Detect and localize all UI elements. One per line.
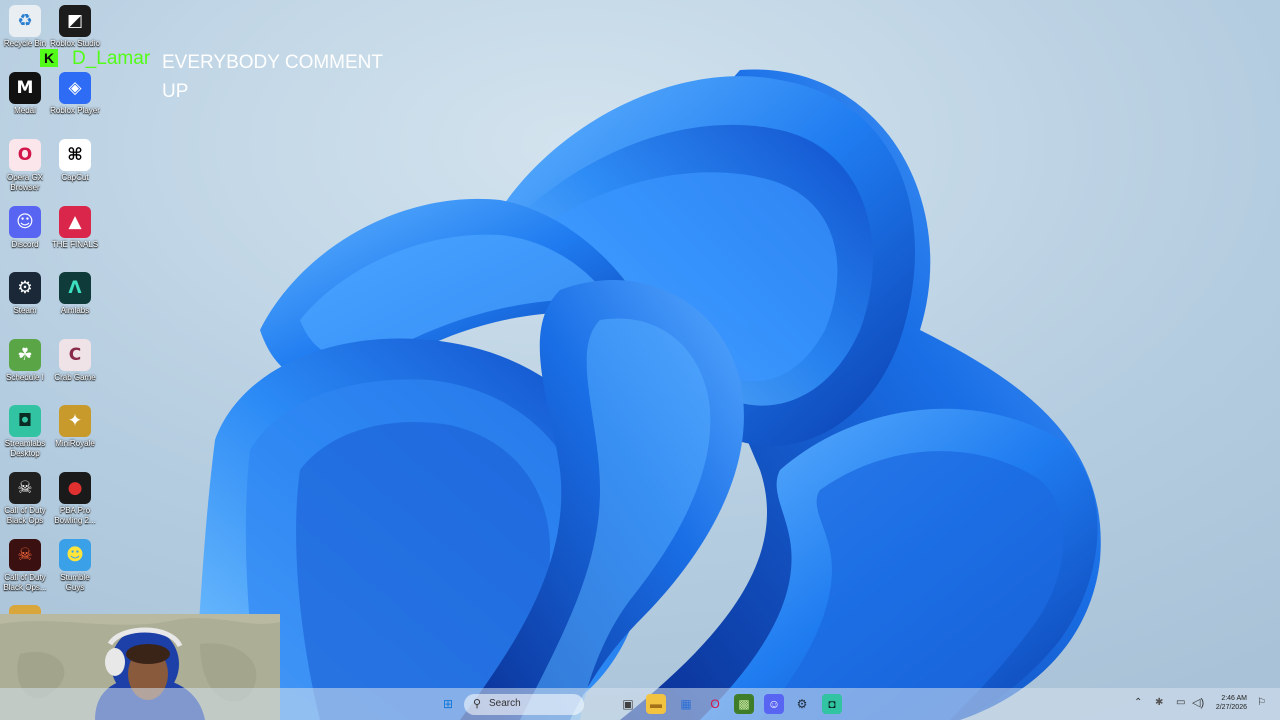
microsoft-store-icon: ▦ (680, 697, 692, 711)
desktop-icon-label: Discord (11, 240, 39, 249)
desktop-icon-steam[interactable]: ⚙ Steam (0, 272, 50, 316)
desktop-icon-cod-black-ops[interactable]: ☠ Call of Duty Black Ops (0, 472, 50, 526)
task-view-button[interactable]: ▣ (618, 694, 638, 714)
taskbar-microsoft-store[interactable]: ▦ (676, 694, 696, 714)
desktop-icon-label: Medal (14, 106, 36, 115)
desktop-icon-the-finals[interactable]: ▲ THE FINALS (50, 206, 100, 250)
taskbar-steam[interactable]: ⚙ (792, 694, 812, 714)
desktop-icon-recycle-bin[interactable]: ♻ Recycle Bin (0, 5, 50, 49)
desktop-icon-roblox-studio[interactable]: ◩ Roblox Studio (50, 5, 100, 49)
pba-bowling-icon: ● (59, 472, 91, 504)
search-icon: ⚲ (473, 698, 482, 710)
desktop-icon-label: Recycle Bin (3, 39, 47, 48)
miniroyale-icon: ✦ (59, 405, 91, 437)
kick-badge-icon: K (40, 49, 58, 67)
cod-black-ops-2-icon: ☠ (9, 539, 41, 571)
taskbar-streamlabs[interactable]: ◘ (822, 694, 842, 714)
desktop-icon-label: Roblox Player (50, 106, 100, 115)
desktop-icon-miniroyale[interactable]: ✦ MiniRoyale (50, 405, 100, 449)
taskbar-discord[interactable]: ☺ (764, 694, 784, 714)
steam-icon: ⚙ (796, 697, 808, 711)
desktop-icon-label: MiniRoyale (55, 439, 95, 448)
taskbar (0, 688, 1280, 720)
desktop-icon-label: Opera GX Browser (6, 173, 43, 192)
desktop-icon-label: PBA Pro Bowling 2... (54, 506, 96, 525)
desktop-icon-label: Call of Duty Black Ops (4, 506, 46, 525)
notification-bell-icon[interactable]: ⚐ (1257, 697, 1266, 708)
stumble-guys-icon: ☻ (59, 539, 91, 571)
crab-game-icon: C (59, 339, 91, 371)
desktop-wallpaper (0, 0, 1280, 720)
opera-gx-icon: O (710, 697, 720, 711)
desktop-icon-schedule-one[interactable]: ☘ Schedule I (0, 339, 50, 383)
chat-message: EVERYBODY COMMENT UP (162, 52, 383, 102)
desktop-icon-crab-game[interactable]: C Crab Game (50, 339, 100, 383)
taskbar-opera-gx[interactable]: O (705, 694, 725, 714)
minecraft-icon: ▩ (738, 697, 750, 711)
streamlabs-icon: ◘ (9, 405, 41, 437)
desktop-icon-label: Schedule I (6, 373, 44, 382)
taskbar-search-box[interactable]: ⚲ Search (464, 694, 584, 715)
desktop-icon-medal[interactable]: M Medal (0, 72, 50, 116)
roblox-player-icon: ◈ (59, 72, 91, 104)
opera-gx-icon: O (9, 139, 41, 171)
file-explorer-icon: ▬ (650, 697, 662, 711)
tray-network-icon[interactable]: ▭ (1176, 697, 1185, 708)
desktop-icon-stumble-guys[interactable]: ☻ Stumble Guys (50, 539, 100, 593)
desktop-icon-label: Aimlabs (60, 306, 90, 315)
discord-icon: ☺ (767, 697, 781, 711)
capcut-icon: ⌘ (59, 139, 91, 171)
desktop-icon-discord[interactable]: ☺ Discord (0, 206, 50, 250)
the-finals-icon: ▲ (59, 206, 91, 238)
desktop-icon-aimlabs[interactable]: Λ Aimlabs (50, 272, 100, 316)
search-placeholder: Search (489, 698, 521, 709)
desktop-icon-label: CapCut (61, 173, 89, 182)
clock-time: 2:46 AM (1221, 695, 1247, 702)
desktop-icon-label: THE FINALS (51, 240, 99, 249)
desktop-icon-label: Crab Game (54, 373, 96, 382)
cod-black-ops-icon: ☠ (9, 472, 41, 504)
task-view-icon: ▣ (622, 697, 634, 711)
streamlabs-icon: ◘ (828, 697, 836, 711)
recycle-bin-icon: ♻ (9, 5, 41, 37)
tray-volume-icon[interactable]: ◁) (1192, 696, 1204, 709)
roblox-studio-icon: ◩ (59, 5, 91, 37)
desktop-icon-cod-black-ops-2[interactable]: ☠ Call of Duty Black Ops... (0, 539, 50, 593)
taskbar-file-explorer[interactable]: ▬ (646, 694, 666, 714)
taskbar-minecraft[interactable]: ▩ (734, 694, 754, 714)
desktop-icon-streamlabs[interactable]: ◘ Streamlabs Desktop (0, 405, 50, 459)
tray-overflow-chevron-icon[interactable]: ⌃ (1134, 697, 1142, 708)
windows-logo-icon: ⊞ (442, 697, 454, 711)
desktop-icon-label: Streamlabs Desktop (4, 439, 46, 458)
medal-icon: M (9, 72, 41, 104)
discord-icon: ☺ (9, 206, 41, 238)
desktop-icon-opera-gx[interactable]: O Opera GX Browser (0, 139, 50, 193)
steam-icon: ⚙ (9, 272, 41, 304)
aimlabs-icon: Λ (59, 272, 91, 304)
desktop-icon-pba-bowling[interactable]: ● PBA Pro Bowling 2... (50, 472, 100, 526)
tray-bluetooth-icon[interactable]: ✱ (1155, 697, 1163, 708)
desktop-icon-roblox-player[interactable]: ◈ Roblox Player (50, 72, 100, 116)
desktop-icon-label: Stumble Guys (60, 573, 90, 592)
desktop-icon-label: Steam (13, 306, 37, 315)
desktop-icon-label: Call of Duty Black Ops... (3, 573, 47, 592)
chat-username: D_Lamar (72, 48, 151, 69)
taskbar-clock[interactable]: 2:46 AM 2/27/2026 (1216, 694, 1247, 712)
desktop-icon-capcut[interactable]: ⌘ CapCut (50, 139, 100, 183)
start-button[interactable]: ⊞ (438, 694, 458, 714)
schedule-one-icon: ☘ (9, 339, 41, 371)
clock-date: 2/27/2026 (1215, 704, 1247, 711)
